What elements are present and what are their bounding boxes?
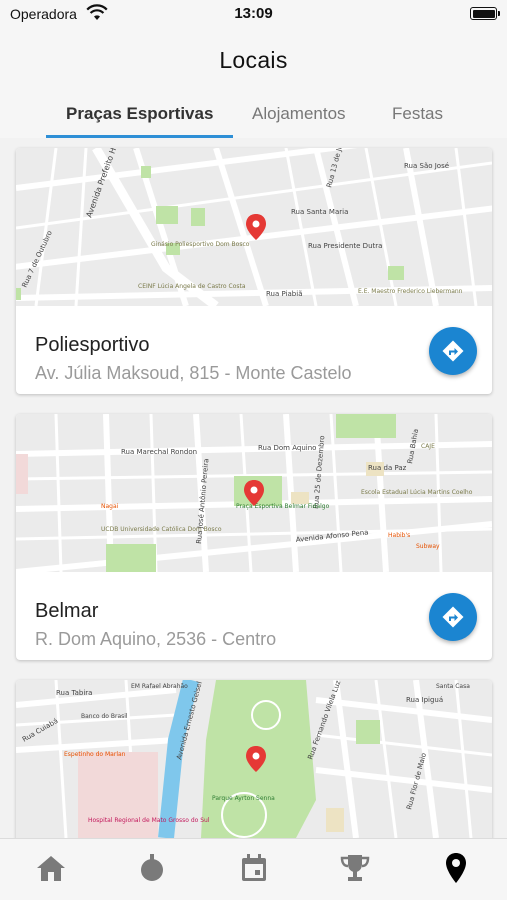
svg-text:Hospital Regional de Mato Gros: Hospital Regional de Mato Grosso do Sul <box>88 817 210 824</box>
page-title: Locais <box>219 47 288 73</box>
svg-text:Rua Dom Aquino: Rua Dom Aquino <box>258 444 316 452</box>
ball-icon[interactable] <box>135 851 169 885</box>
tab-festas[interactable]: Festas <box>392 104 443 124</box>
home-icon[interactable] <box>34 851 68 885</box>
trophy-icon[interactable] <box>338 851 372 885</box>
svg-text:Rua Santa Maria: Rua Santa Maria <box>291 208 348 216</box>
directions-icon <box>442 606 464 628</box>
svg-text:Subway: Subway <box>416 543 440 550</box>
tab-bar: Praças Esportivas Alojamentos Festas <box>0 100 507 138</box>
directions-icon <box>442 340 464 362</box>
place-name: Belmar <box>35 600 99 622</box>
calendar-icon[interactable] <box>237 851 271 885</box>
battery-icon <box>470 7 500 20</box>
svg-text:Rua São José: Rua São José <box>404 162 449 170</box>
map-thumbnail[interactable]: Avenida Prefeito Heráclito Rua Santa Mar… <box>16 148 492 306</box>
svg-text:Rua Piabiã: Rua Piabiã <box>266 290 302 298</box>
location-pin-icon[interactable] <box>439 851 473 885</box>
place-name: Poliesportivo <box>35 334 150 356</box>
place-address: Av. Júlia Maksoud, 815 - Monte Castelo <box>35 363 352 383</box>
tab-alojamentos[interactable]: Alojamentos <box>252 104 346 124</box>
svg-text:UCDB Universidade Católica Dom: UCDB Universidade Católica Dom Bosco <box>101 526 222 533</box>
directions-button[interactable] <box>429 327 477 375</box>
place-card[interactable]: Avenida Prefeito Heráclito Rua Santa Mar… <box>16 148 492 394</box>
svg-text:Parque Ayrton Senna: Parque Ayrton Senna <box>212 795 275 802</box>
svg-text:Habib's: Habib's <box>388 532 410 539</box>
svg-text:EM Rafael Abrahão: EM Rafael Abrahão <box>131 683 188 690</box>
map-thumbnail[interactable]: Rua Tabira Rua Cuiabá Avenida Ernesto Ge… <box>16 680 492 838</box>
place-card[interactable]: Rua Tabira Rua Cuiabá Avenida Ernesto Ge… <box>16 680 492 838</box>
svg-text:Praça Esportiva Belmar Fidalgo: Praça Esportiva Belmar Fidalgo <box>236 503 330 510</box>
svg-text:Escola Estadual Lúcia Martins: Escola Estadual Lúcia Martins Coelho <box>361 489 473 496</box>
svg-text:Santa Casa: Santa Casa <box>436 683 470 690</box>
svg-text:Rua Tabira: Rua Tabira <box>56 689 92 697</box>
tab-pracas-esportivas[interactable]: Praças Esportivas <box>66 104 213 124</box>
directions-button[interactable] <box>429 593 477 641</box>
map-thumbnail[interactable]: Rua Marechal Rondon Rua Dom Aquino Rua d… <box>16 414 492 572</box>
svg-text:CAJE: CAJE <box>421 443 435 450</box>
places-list[interactable]: Avenida Prefeito Heráclito Rua Santa Mar… <box>0 138 507 838</box>
place-card[interactable]: Rua Marechal Rondon Rua Dom Aquino Rua d… <box>16 414 492 660</box>
clock: 13:09 <box>234 5 273 22</box>
svg-text:CEINF Lúcia Angela de Castro C: CEINF Lúcia Angela de Castro Costa <box>138 283 246 290</box>
place-address: R. Dom Aquino, 2536 - Centro <box>35 629 277 649</box>
svg-text:E.E. Maestro Frederico Lieberm: E.E. Maestro Frederico Liebermann <box>358 288 463 295</box>
svg-text:Espetinho do Marlan: Espetinho do Marlan <box>64 751 126 758</box>
bottom-nav <box>0 838 507 900</box>
header: Locais Praças Esportivas Alojamentos Fes… <box>0 28 507 138</box>
svg-text:Rua Ipiguá: Rua Ipiguá <box>406 696 443 704</box>
svg-text:Ginásio Poliesportivo Dom Bosc: Ginásio Poliesportivo Dom Bosco <box>151 241 250 248</box>
svg-text:Nagai: Nagai <box>101 503 119 510</box>
svg-text:Banco do Brasil: Banco do Brasil <box>81 713 128 720</box>
svg-text:Rua Presidente Dutra: Rua Presidente Dutra <box>308 242 382 250</box>
svg-text:Rua da Paz: Rua da Paz <box>368 464 407 472</box>
status-bar: Operadora 13:09 <box>0 0 507 28</box>
svg-text:Rua Marechal Rondon: Rua Marechal Rondon <box>121 448 197 456</box>
